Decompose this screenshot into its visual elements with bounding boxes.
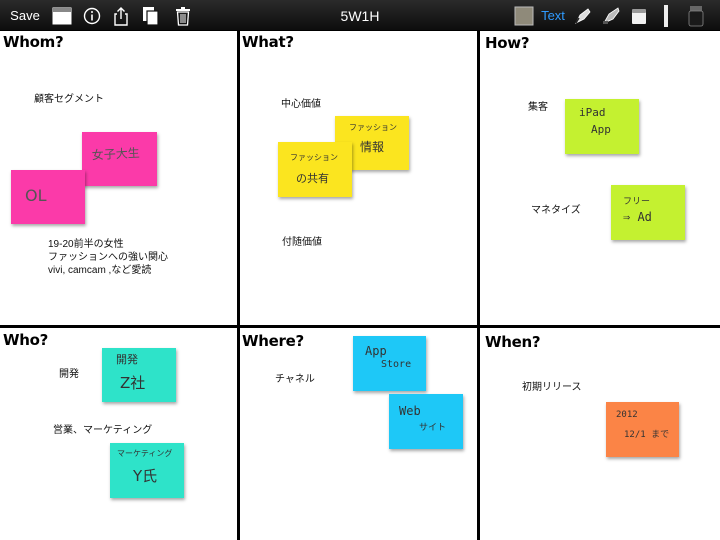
pen-icon[interactable] [572, 0, 594, 31]
grid-divider [237, 31, 240, 540]
document-title: 5W1H [340, 7, 380, 24]
line-width-icon[interactable] [658, 0, 674, 31]
sales-marketing-label: 営業、マーケティング [53, 425, 153, 436]
sticky-note-text: 開発 [116, 353, 138, 366]
text-tool-button[interactable]: Text [538, 0, 568, 31]
sticky-note-text: Store [381, 359, 412, 370]
sticky-note-text: 情報 [360, 140, 385, 154]
sticky-note-text: OL [25, 186, 47, 205]
what-heading: What? [242, 33, 294, 51]
sticky-note-ol[interactable]: OL [11, 170, 85, 224]
grid-divider [0, 325, 720, 328]
sticky-note-text: Y氏 [133, 467, 158, 485]
sticky-note-text: iPad [579, 106, 606, 119]
initial-release-label: 初期リリース [522, 382, 582, 393]
sticky-note-text: Web [399, 404, 421, 418]
eraser-icon[interactable] [628, 0, 650, 31]
sticky-note-text: サイト [419, 423, 447, 433]
share-icon[interactable] [110, 0, 132, 31]
sticky-note-text: マーケティング [117, 449, 173, 458]
sticky-note-text: App [591, 123, 611, 136]
info-icon[interactable] [81, 0, 103, 31]
sticky-note-text: ファッション [290, 153, 338, 162]
canvas[interactable]: Whom? 顧客セグメント 女子大生 OL 19-20前半の女性 ファッションへ… [0, 31, 720, 540]
whom-heading: Whom? [3, 33, 64, 51]
sticky-note-text: の共有 [296, 172, 329, 185]
marker-icon[interactable] [600, 0, 622, 31]
sticky-note-text: 12/1 まで [624, 430, 670, 440]
sticky-note-text: 2012 [616, 410, 638, 420]
target-desc-line-3: vivi, camcam ,など愛読 [48, 265, 152, 276]
paper-color-icon[interactable] [512, 0, 536, 31]
when-heading: When? [485, 333, 541, 351]
sticky-note-text: App [365, 344, 387, 358]
sticky-note-app-store[interactable]: App Store [353, 336, 426, 391]
copy-icon[interactable] [140, 0, 162, 31]
toolbar: Save 5W1H Text [0, 0, 720, 31]
who-heading: Who? [3, 331, 49, 349]
sticky-note-joshidai[interactable]: 女子大生 [82, 132, 157, 186]
sticky-note-text: ⇒ Ad [623, 210, 652, 224]
ink-icon[interactable] [684, 0, 708, 31]
sticky-note-text: Z社 [120, 374, 146, 392]
development-label: 開発 [59, 369, 79, 380]
core-value-label: 中心価値 [281, 99, 321, 110]
monetization-label: マネタイズ [531, 205, 581, 216]
sub-value-label: 付随価値 [282, 237, 322, 248]
sticky-note-ipad-app[interactable]: iPad App [565, 99, 639, 154]
acquisition-label: 集客 [528, 102, 548, 113]
sticky-note-text: 女子大生 [91, 145, 140, 162]
channel-label: チャネル [275, 374, 315, 385]
customer-segment-label: 顧客セグメント [34, 94, 104, 105]
trash-icon[interactable] [172, 0, 194, 31]
sticky-note-text: フリー [623, 197, 651, 207]
sticky-note-free-ad[interactable]: フリー ⇒ Ad [611, 185, 685, 240]
sticky-note-marketing-person[interactable]: マーケティング Y氏 [110, 443, 184, 498]
where-heading: Where? [242, 332, 304, 350]
sticky-note-text: ファッション [349, 123, 397, 132]
how-heading: How? [485, 34, 530, 52]
grid-divider [477, 31, 480, 540]
page-icon[interactable] [50, 0, 74, 31]
save-button[interactable]: Save [6, 0, 44, 31]
sticky-note-fashion-share[interactable]: ファッション の共有 [278, 142, 352, 197]
sticky-note-release-date[interactable]: 2012 12/1 まで [606, 402, 679, 457]
sticky-note-website[interactable]: Web サイト [389, 394, 463, 449]
target-desc-line-1: 19-20前半の女性 [48, 239, 124, 250]
sticky-note-dev-company[interactable]: 開発 Z社 [102, 348, 176, 402]
target-desc-line-2: ファッションへの強い関心 [48, 252, 168, 263]
